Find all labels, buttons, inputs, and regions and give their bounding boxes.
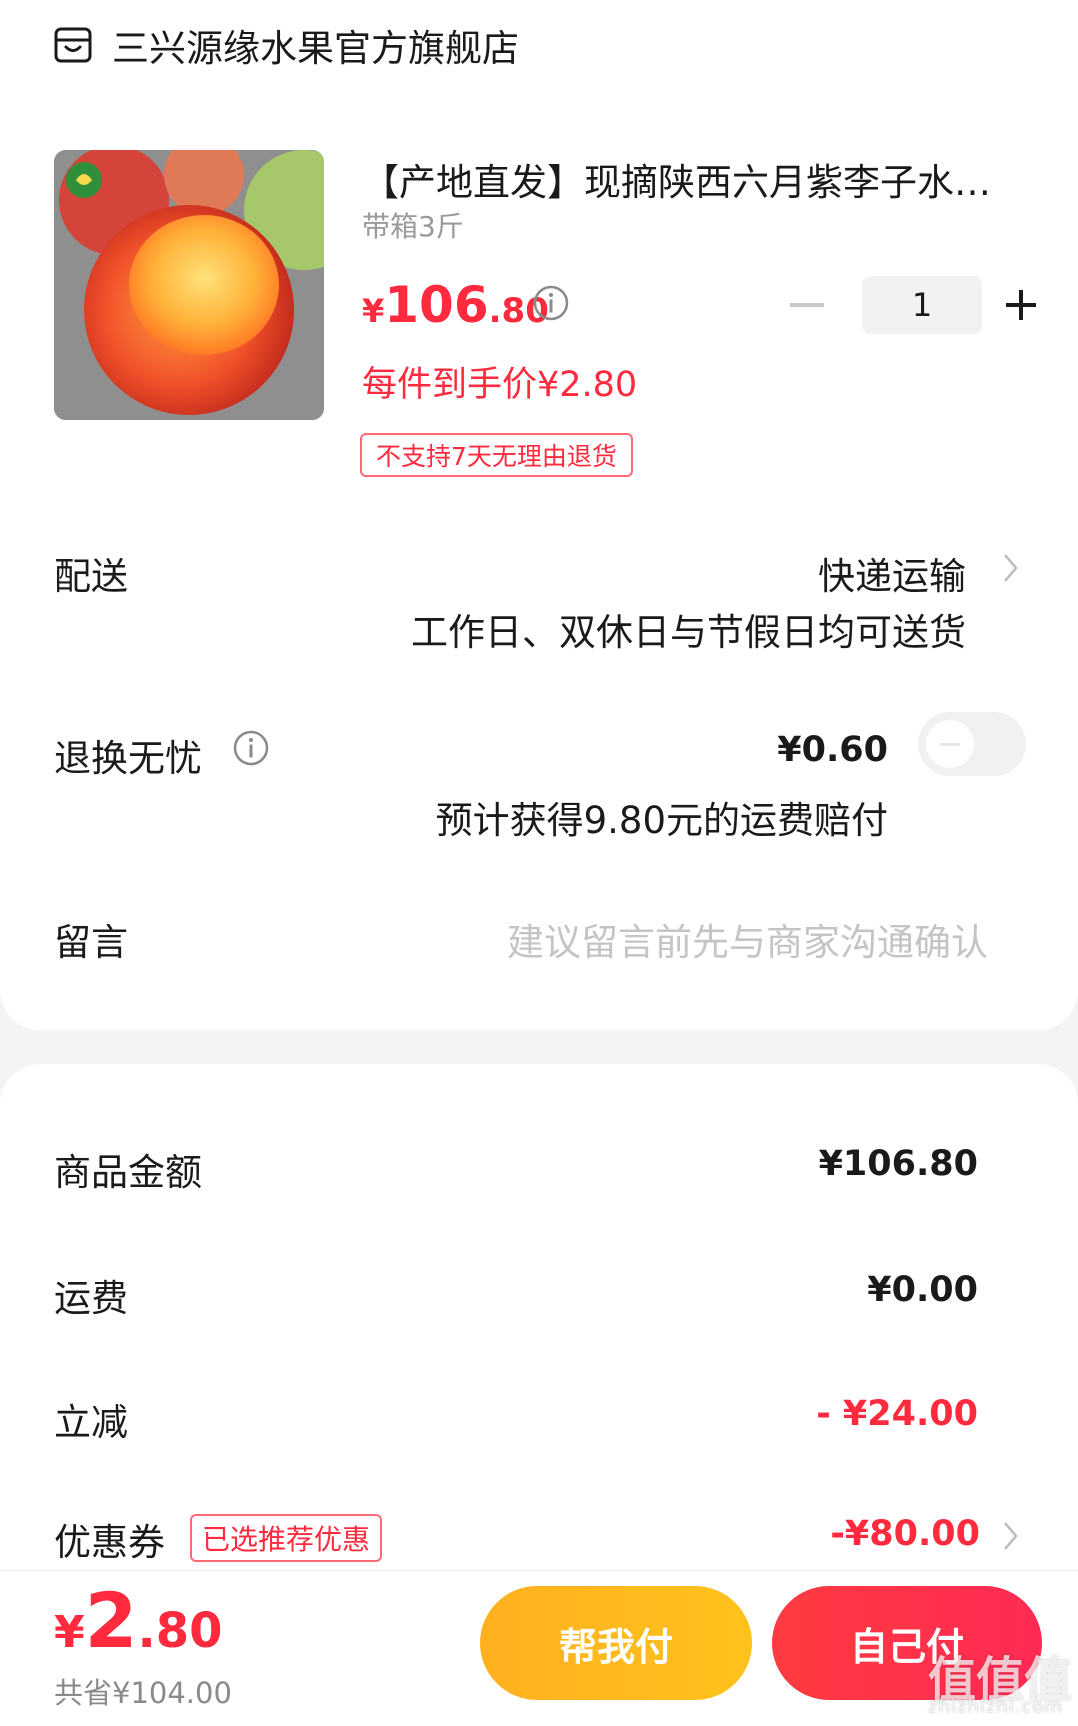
message-label: 留言 bbox=[54, 921, 128, 964]
coupon-chevron-icon[interactable] bbox=[1002, 1520, 1020, 1552]
price-symbol: ¥ bbox=[362, 292, 385, 330]
return-insurance-note: 预计获得9.80元的运费赔付 bbox=[435, 799, 888, 842]
toggle-knob bbox=[926, 720, 974, 768]
shipping-label: 运费 bbox=[54, 1277, 128, 1320]
watermark-url: zhizhizhi.com bbox=[928, 1696, 1063, 1717]
total-symbol: ¥ bbox=[54, 1607, 85, 1658]
total-decimal: .80 bbox=[137, 1603, 223, 1659]
return-policy-badge: 不支持7天无理由退货 bbox=[360, 433, 633, 477]
product-spec[interactable]: 带箱3斤 bbox=[362, 205, 464, 245]
store-header[interactable]: 三兴源缘水果官方旗舰店 bbox=[54, 18, 519, 72]
shipping-value: ¥0.00 bbox=[867, 1270, 978, 1310]
goods-amount-label: 商品金额 bbox=[54, 1151, 202, 1194]
coupon-value[interactable]: -¥80.00 bbox=[830, 1514, 980, 1554]
product-price: ¥ 106 .80 bbox=[362, 276, 549, 334]
coupon-tag: 已选推荐优惠 bbox=[190, 1514, 383, 1562]
store-name: 三兴源缘水果官方旗舰店 bbox=[112, 27, 519, 70]
help-pay-button[interactable]: 帮我付 bbox=[480, 1586, 752, 1700]
total-price: ¥ 2 .80 bbox=[54, 1576, 223, 1665]
product-image[interactable] bbox=[54, 150, 324, 420]
delivery-method[interactable]: 快递运输 bbox=[818, 546, 966, 600]
saved-amount: 共省¥104.00 bbox=[54, 1676, 232, 1710]
price-integer: 106 bbox=[384, 276, 489, 334]
increase-button[interactable] bbox=[1006, 290, 1036, 320]
unit-price: 每件到手价¥2.80 bbox=[362, 365, 638, 405]
delivery-label: 配送 bbox=[54, 555, 128, 598]
price-info-icon[interactable] bbox=[532, 284, 570, 322]
chevron-right-icon[interactable] bbox=[1002, 552, 1020, 584]
quantity-stepper: 1 bbox=[790, 276, 1036, 334]
decrease-button[interactable] bbox=[790, 303, 824, 307]
message-input[interactable]: 建议留言前先与商家沟通确认 bbox=[507, 912, 988, 966]
return-info-icon[interactable] bbox=[232, 729, 270, 767]
return-insurance-label: 退换无忧 bbox=[54, 737, 202, 780]
return-insurance-toggle[interactable] bbox=[918, 712, 1026, 776]
coupon-label[interactable]: 优惠券 bbox=[54, 1512, 165, 1566]
goods-amount-value: ¥106.80 bbox=[818, 1144, 978, 1184]
discount-label: 立减 bbox=[54, 1401, 128, 1444]
product-title[interactable]: 【产地直发】现摘陕西六月紫李子水… bbox=[362, 152, 1024, 206]
discount-value: - ¥24.00 bbox=[816, 1394, 978, 1434]
total-integer: 2 bbox=[84, 1576, 138, 1665]
store-icon bbox=[54, 27, 92, 63]
return-insurance-price: ¥0.60 bbox=[777, 730, 888, 770]
delivery-note: 工作日、双休日与节假日均可送货 bbox=[411, 611, 966, 654]
quantity-input[interactable]: 1 bbox=[862, 276, 982, 334]
